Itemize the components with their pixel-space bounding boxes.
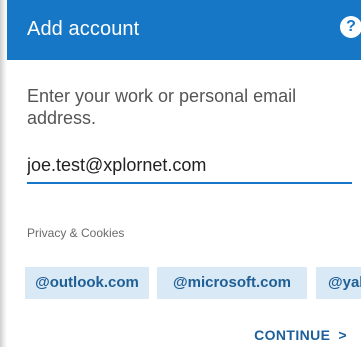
- email-prompt: Enter your work or personal email addres…: [27, 86, 297, 128]
- help-icon[interactable]: ?: [340, 16, 361, 38]
- privacy-cookies-link[interactable]: Privacy & Cookies: [27, 226, 124, 240]
- email-field[interactable]: [27, 150, 352, 180]
- email-field-underline: [27, 182, 352, 184]
- domain-suggestion-microsoft[interactable]: @microsoft.com: [157, 267, 307, 299]
- domain-suggestion-outlook[interactable]: @outlook.com: [25, 267, 149, 299]
- continue-label: CONTINUE: [254, 327, 331, 343]
- continue-button[interactable]: CONTINUE >: [254, 327, 347, 343]
- domain-suggestions: @outlook.com @microsoft.com @yah: [25, 267, 361, 299]
- domain-suggestion-yahoo[interactable]: @yah: [316, 267, 361, 299]
- header-bar: Add account ?: [7, 0, 361, 60]
- page-title: Add account: [27, 18, 140, 40]
- chevron-right-icon: >: [338, 327, 347, 343]
- add-account-dialog: Add account ? Enter your work or persona…: [0, 0, 361, 347]
- left-edge-shadow: [0, 0, 7, 347]
